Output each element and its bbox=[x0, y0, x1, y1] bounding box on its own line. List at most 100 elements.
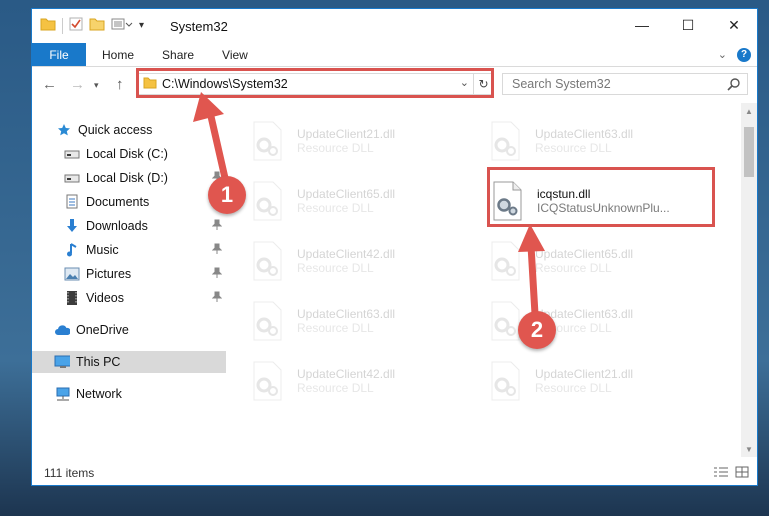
view-toggle bbox=[713, 466, 749, 481]
address-bar[interactable]: C:\Windows\System32 ⌄ ↻ bbox=[138, 73, 494, 95]
dll-file-icon bbox=[491, 361, 520, 401]
qat-dropdown-icon[interactable]: ▾ bbox=[139, 20, 144, 31]
expand-ribbon-icon[interactable]: ⌄ bbox=[718, 48, 727, 61]
window-controls: — ☐ ✕ bbox=[619, 9, 757, 41]
help-icon[interactable]: ? bbox=[737, 47, 751, 62]
sidebar-item-label: Network bbox=[76, 387, 122, 401]
dll-file-icon bbox=[491, 121, 520, 161]
tab-home[interactable]: Home bbox=[86, 43, 148, 66]
pin-icon[interactable] bbox=[211, 291, 223, 306]
scroll-up-icon[interactable]: ▲ bbox=[741, 103, 757, 119]
tab-share[interactable]: Share bbox=[148, 43, 208, 66]
folder-icon[interactable] bbox=[40, 17, 56, 34]
maximize-button[interactable]: ☐ bbox=[665, 9, 711, 41]
sidebar-item-music[interactable]: Music bbox=[64, 239, 226, 261]
scroll-thumb[interactable] bbox=[744, 127, 754, 177]
recent-locations-icon[interactable]: ▾ bbox=[94, 80, 99, 91]
file-name: UpdateClient21.dll bbox=[535, 367, 634, 381]
tab-view[interactable]: View bbox=[208, 43, 262, 66]
dll-file-icon bbox=[253, 121, 282, 161]
dll-file-icon bbox=[491, 241, 520, 281]
ribbon-right-controls: ⌄ ? bbox=[718, 43, 757, 66]
status-bar: 111 items bbox=[32, 461, 757, 485]
drive-icon bbox=[64, 170, 80, 186]
file-item[interactable]: UpdateClient42.dll Resource DLL bbox=[251, 353, 481, 409]
minimize-button[interactable]: — bbox=[619, 9, 665, 41]
dll-file-icon bbox=[491, 301, 520, 341]
file-item[interactable]: UpdateClient63.dll Resource DLL bbox=[251, 293, 481, 349]
details-view-icon[interactable] bbox=[713, 466, 729, 481]
sidebar-item-this-pc[interactable]: This PC bbox=[32, 351, 226, 373]
sidebar-item-pictures[interactable]: Pictures bbox=[64, 263, 226, 285]
dll-file-icon bbox=[253, 241, 282, 281]
back-arrow-icon[interactable]: ← bbox=[42, 76, 57, 93]
file-type: Resource DLL bbox=[535, 261, 612, 275]
sidebar-item-label: Local Disk (D:) bbox=[86, 171, 168, 185]
item-count: 111 items bbox=[44, 466, 95, 480]
sidebar-item-label: This PC bbox=[76, 355, 121, 369]
file-name: UpdateClient42.dll bbox=[297, 247, 396, 261]
up-arrow-icon[interactable]: ↑ bbox=[116, 76, 124, 93]
pin-icon[interactable] bbox=[211, 219, 223, 234]
forward-arrow-icon[interactable]: → bbox=[70, 76, 85, 93]
drive-icon bbox=[64, 146, 80, 162]
quick-access-toolbar: ▾ bbox=[40, 17, 144, 34]
file-type: Resource DLL bbox=[535, 141, 612, 155]
ribbon-tabs: File Home Share View ⌄ ? bbox=[32, 43, 757, 67]
file-type: Resource DLL bbox=[297, 381, 374, 395]
pictures-icon bbox=[64, 266, 80, 282]
sidebar-item-local-disk-d[interactable]: Local Disk (D:) bbox=[64, 167, 226, 189]
documents-icon bbox=[64, 194, 80, 210]
file-name: UpdateClient63.dll bbox=[535, 127, 634, 141]
chevron-down-icon[interactable]: ⌄ bbox=[460, 76, 469, 89]
search-icon[interactable] bbox=[727, 77, 741, 94]
sidebar-item-videos[interactable]: Videos bbox=[64, 287, 226, 309]
sidebar-item-label: Local Disk (C:) bbox=[86, 147, 168, 161]
annotation-badge-1: 1 bbox=[208, 176, 246, 214]
sidebar-item-network[interactable]: Network bbox=[54, 383, 226, 405]
file-type: ICQStatusUnknownPlu... bbox=[537, 201, 670, 215]
onedrive-icon bbox=[54, 322, 70, 338]
sidebar-item-label: Pictures bbox=[86, 267, 132, 281]
videos-icon bbox=[64, 290, 80, 306]
file-item[interactable]: UpdateClient65.dll Resource DLL bbox=[251, 173, 481, 229]
scroll-down-icon[interactable]: ▼ bbox=[741, 441, 757, 457]
tab-file[interactable]: File bbox=[32, 43, 86, 66]
large-icons-view-icon[interactable] bbox=[735, 466, 749, 481]
file-name: UpdateClient21.dll bbox=[297, 127, 396, 141]
dll-file-icon bbox=[253, 181, 282, 221]
sidebar-item-label: Music bbox=[86, 243, 119, 257]
file-type: Resource DLL bbox=[297, 201, 374, 215]
sidebar-item-onedrive[interactable]: OneDrive bbox=[54, 319, 226, 341]
properties-icon[interactable] bbox=[69, 17, 83, 34]
dll-file-icon bbox=[493, 181, 522, 221]
sidebar-item-label: Downloads bbox=[86, 219, 148, 233]
new-folder-icon[interactable] bbox=[89, 17, 105, 34]
navigation-pane: Quick access Local Disk (C:) Local Disk … bbox=[32, 103, 228, 457]
pin-icon[interactable] bbox=[211, 243, 223, 258]
search-input[interactable]: Search System32 bbox=[502, 73, 748, 95]
sidebar-item-label: Videos bbox=[86, 291, 124, 305]
vertical-scrollbar[interactable]: ▲ ▼ bbox=[741, 103, 757, 457]
sidebar-item-label: Quick access bbox=[78, 123, 153, 137]
pin-icon[interactable] bbox=[211, 267, 223, 282]
file-type: Resource DLL bbox=[297, 321, 374, 335]
file-name: UpdateClient65.dll bbox=[297, 187, 396, 201]
file-item[interactable]: UpdateClient21.dll Resource DLL bbox=[251, 113, 481, 169]
toolbar-divider bbox=[62, 17, 63, 34]
file-item[interactable]: UpdateClient42.dll Resource DLL bbox=[251, 233, 481, 289]
sidebar-item-quick-access[interactable]: Quick access bbox=[56, 119, 226, 141]
file-item[interactable]: UpdateClient21.dll Resource DLL bbox=[489, 353, 719, 409]
refresh-icon[interactable]: ↻ bbox=[473, 74, 493, 94]
file-item[interactable]: UpdateClient65.dll Resource DLL bbox=[489, 233, 719, 289]
sidebar-item-local-disk-c[interactable]: Local Disk (C:) bbox=[64, 143, 226, 165]
pc-icon bbox=[54, 354, 70, 370]
sidebar-item-downloads[interactable]: Downloads bbox=[64, 215, 226, 237]
customize-toolbar-icon[interactable] bbox=[111, 17, 133, 34]
sidebar-item-documents[interactable]: Documents bbox=[64, 191, 226, 213]
file-item-icqstun[interactable]: icqstun.dll ICQStatusUnknownPlu... bbox=[491, 173, 721, 229]
close-button[interactable]: ✕ bbox=[711, 9, 757, 41]
file-name: icqstun.dll bbox=[537, 187, 591, 201]
file-item[interactable]: UpdateClient63.dll Resource DLL bbox=[489, 113, 719, 169]
annotation-badge-2: 2 bbox=[518, 311, 556, 349]
